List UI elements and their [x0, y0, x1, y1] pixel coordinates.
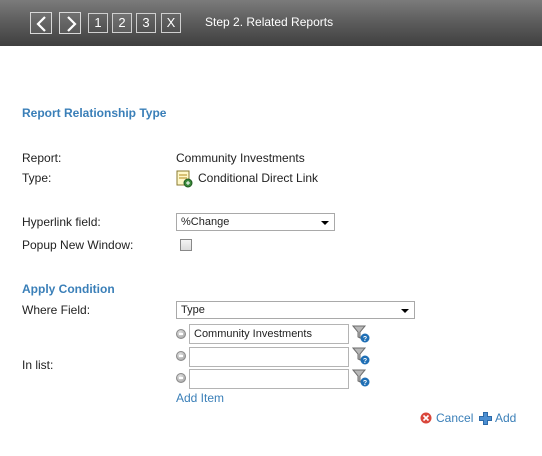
wizard-title: Step 2. Related Reports [205, 15, 334, 29]
cancel-label: Cancel [436, 411, 474, 425]
chevron-left-icon [36, 16, 46, 32]
remove-item-icon[interactable] [176, 373, 186, 383]
hyperlink-field-label: Hyperlink field: [22, 215, 101, 229]
close-button[interactable]: X [161, 13, 181, 33]
filter-lookup-icon[interactable]: ? [352, 325, 370, 343]
list-item-input[interactable]: Community Investments [189, 324, 349, 344]
dropdown-arrow-icon [321, 221, 329, 225]
chevron-right-icon [67, 16, 77, 32]
conditional-link-icon [176, 170, 193, 188]
svg-text:?: ? [363, 358, 367, 365]
hyperlink-field-value: %Change [181, 216, 230, 228]
svg-text:?: ? [363, 380, 367, 387]
report-label: Report: [22, 151, 62, 165]
step-3-button[interactable]: 3 [136, 13, 156, 33]
filter-lookup-icon[interactable]: ? [352, 369, 370, 387]
report-value: Community Investments [176, 151, 305, 165]
remove-item-icon[interactable] [176, 351, 186, 361]
add-icon [479, 412, 492, 425]
in-list-label: In list: [22, 358, 54, 372]
condition-section-title: Apply Condition [22, 282, 115, 296]
where-field-select[interactable]: Type [176, 301, 415, 319]
popup-new-window-label: Popup New Window: [22, 238, 134, 252]
back-button[interactable] [30, 12, 52, 34]
add-label: Add [495, 411, 517, 425]
add-item-link[interactable]: Add Item [176, 391, 224, 405]
list-item-input[interactable] [189, 369, 349, 389]
type-label: Type: [22, 171, 52, 185]
popup-new-window-checkbox[interactable] [180, 239, 192, 251]
type-value: Conditional Direct Link [198, 171, 319, 185]
step-1-button[interactable]: 1 [88, 13, 108, 33]
cancel-icon [420, 412, 432, 424]
where-field-label: Where Field: [22, 303, 91, 317]
wizard-toolbar: 1 2 3 X Step 2. Related Reports [0, 0, 542, 46]
remove-item-icon[interactable] [176, 329, 186, 339]
svg-text:?: ? [363, 336, 367, 343]
step-2-button[interactable]: 2 [112, 13, 132, 33]
forward-button[interactable] [59, 12, 81, 34]
where-field-value: Type [181, 304, 205, 316]
list-item-input[interactable] [189, 347, 349, 367]
relationship-section-title: Report Relationship Type [22, 106, 167, 120]
hyperlink-field-select[interactable]: %Change [176, 213, 335, 231]
filter-lookup-icon[interactable]: ? [352, 347, 370, 365]
dropdown-arrow-icon [401, 309, 409, 313]
